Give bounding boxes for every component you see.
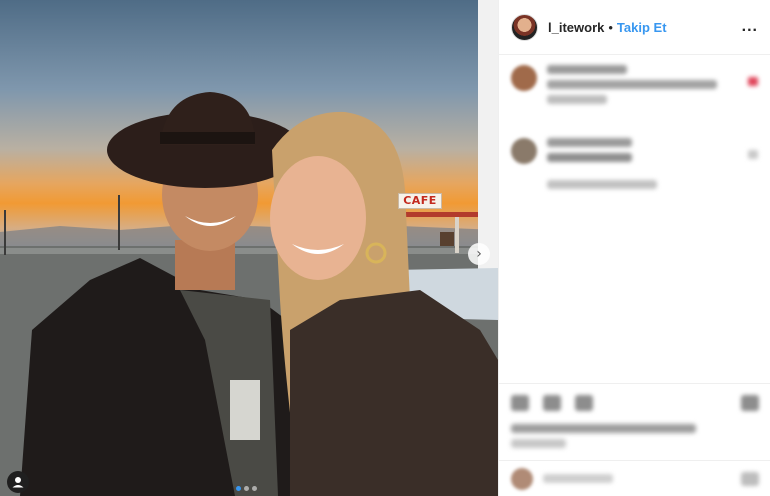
commenter-avatar[interactable]: [511, 138, 537, 164]
avatar[interactable]: [511, 13, 538, 41]
carousel-indicator: [236, 486, 257, 491]
carousel-dot: [244, 486, 249, 491]
heart-icon[interactable]: [748, 77, 758, 86]
follow-button[interactable]: Takip Et: [617, 20, 667, 35]
post-sidebar: l_itework • Takip Et ...: [498, 0, 770, 496]
commenter-avatar[interactable]: [511, 65, 537, 91]
post-header: l_itework • Takip Et ...: [499, 0, 770, 55]
comment-item: [511, 65, 758, 110]
emoji-icon[interactable]: [511, 467, 533, 490]
author-username[interactable]: l_itework: [548, 20, 604, 35]
user-tag-icon: [12, 477, 24, 488]
comments-list: [499, 55, 770, 233]
carousel-dot: [252, 486, 257, 491]
likes-redacted: [511, 424, 759, 448]
comment-text-redacted: [547, 138, 748, 195]
bookmark-icon[interactable]: [741, 395, 759, 411]
tagged-users-button[interactable]: [7, 471, 29, 493]
heart-icon[interactable]: [511, 395, 529, 411]
add-comment-bar: [499, 460, 770, 496]
share-icon[interactable]: [575, 395, 593, 411]
action-icons: [511, 392, 759, 414]
heart-icon[interactable]: [748, 150, 758, 159]
comment-text-redacted: [547, 65, 748, 110]
comment-icon[interactable]: [543, 395, 561, 411]
header-separator: •: [608, 19, 613, 35]
post-actions: [499, 383, 770, 454]
carousel-dot: [236, 486, 241, 491]
more-options-icon[interactable]: ...: [742, 18, 758, 36]
post-photo[interactable]: CAFE ›: [0, 0, 498, 496]
carousel-next-button[interactable]: ›: [468, 243, 490, 265]
cafe-sign: CAFE: [398, 193, 442, 209]
photo-scene: [0, 0, 498, 496]
post-comment-button[interactable]: [741, 471, 759, 486]
chevron-right-icon: ›: [476, 246, 482, 262]
comment-input-redacted[interactable]: [543, 474, 613, 483]
comment-item: [511, 138, 758, 195]
